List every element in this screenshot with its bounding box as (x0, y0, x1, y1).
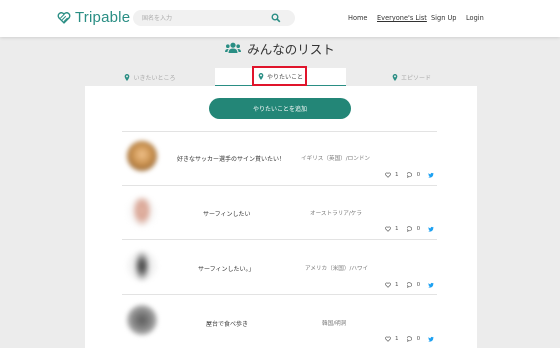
comment-icon[interactable] (406, 282, 413, 288)
search-input[interactable] (133, 10, 273, 26)
search-box (133, 10, 295, 26)
map-pin-icon (392, 73, 398, 81)
heart-icon[interactable] (385, 282, 391, 288)
logo-text: Tripable (75, 9, 131, 26)
heart-icon[interactable] (385, 336, 391, 342)
like-count: 1 (395, 336, 399, 342)
divider (122, 185, 437, 186)
nav-signup-link[interactable]: Sign Up (431, 14, 457, 22)
item-title[interactable]: サーフィンしたい (203, 209, 251, 218)
heart-icon[interactable] (385, 226, 391, 232)
comment-count: 0 (416, 336, 421, 342)
twitter-icon[interactable] (428, 172, 434, 178)
comment-count: 0 (416, 282, 421, 288)
tab-label: エピソード (400, 74, 431, 82)
item-stats: 1 0 (385, 171, 434, 179)
highlight-box (252, 66, 307, 86)
item-avatar[interactable] (127, 141, 157, 171)
comment-count: 0 (416, 226, 421, 232)
users-icon (225, 42, 242, 53)
item-place: アメリカ（米国）/ハワイ (305, 266, 369, 272)
item-stats: 1 0 (385, 281, 434, 289)
tab-episode[interactable]: エピソード (346, 68, 477, 86)
twitter-icon[interactable] (428, 282, 434, 288)
item-stats: 1 0 (385, 225, 434, 233)
item-place: 韓国/明洞 (322, 321, 347, 327)
item-place: イギリス（英国）/ロンドン (301, 156, 371, 162)
like-count: 1 (395, 172, 399, 178)
list-card: やりたいことを追加 好きなサッカー選手のサイン貰いたい！ イギリス（英国）/ロン… (85, 86, 477, 348)
tab-want-to-go[interactable]: いきたいところ (85, 68, 215, 86)
divider (122, 294, 437, 295)
navbar: Tripable Home Everyone's List Sign Up Lo… (0, 0, 560, 37)
divider (122, 131, 437, 132)
logo-heart-icon (57, 11, 71, 24)
twitter-icon[interactable] (428, 226, 434, 232)
divider (122, 239, 437, 240)
item-place: オーストラリア/ケラ (310, 211, 362, 217)
page-title: みんなのリスト (247, 41, 335, 57)
nav-everyones-list-link[interactable]: Everyone's List (377, 14, 427, 22)
nav-login-link[interactable]: Login (466, 14, 484, 22)
like-count: 1 (395, 282, 399, 288)
item-stats: 1 0 (385, 335, 434, 343)
comment-count: 0 (416, 172, 421, 178)
add-want-to-do-button[interactable]: やりたいことを追加 (209, 98, 351, 119)
item-title[interactable]: 好きなサッカー選手のサイン貰いたい！ (177, 154, 285, 163)
twitter-icon[interactable] (428, 336, 434, 342)
comment-icon[interactable] (406, 226, 413, 232)
map-pin-icon (125, 73, 130, 81)
nav-home-link[interactable]: Home (348, 14, 367, 22)
item-avatar[interactable] (127, 251, 157, 281)
logo[interactable]: Tripable (57, 9, 130, 26)
item-avatar[interactable] (127, 197, 157, 227)
search-icon[interactable] (271, 13, 281, 23)
item-title[interactable]: 屋台で食べ歩き (206, 319, 248, 328)
item-title[interactable]: サーフィンしたい。」 (198, 264, 255, 273)
heart-icon[interactable] (385, 172, 391, 178)
item-avatar[interactable] (127, 305, 157, 335)
tab-label: いきたいところ (133, 74, 176, 82)
comment-icon[interactable] (406, 172, 413, 178)
like-count: 1 (395, 226, 399, 232)
comment-icon[interactable] (406, 336, 413, 342)
page-title-row: みんなのリスト (0, 39, 560, 57)
